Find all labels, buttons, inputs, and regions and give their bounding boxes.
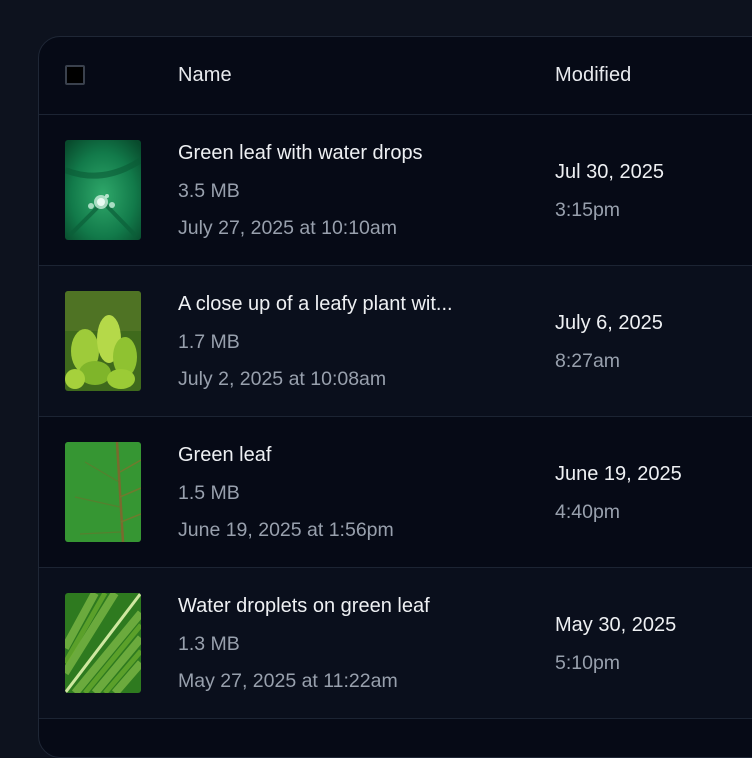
file-size: 1.5 MB <box>178 482 240 504</box>
table-header: Name Modified <box>39 37 752 115</box>
column-header-modified[interactable]: Modified <box>555 64 631 87</box>
file-thumbnail <box>65 291 141 391</box>
table-row[interactable]: A close up of a leafy plant wit... 1.7 M… <box>39 266 752 417</box>
modified-time: 3:15pm <box>555 199 621 221</box>
file-thumbnail <box>65 593 141 693</box>
modified-date: July 6, 2025 <box>555 312 663 334</box>
table-row[interactable]: Water droplets on green leaf 1.3 MB May … <box>39 568 752 719</box>
file-size: 1.3 MB <box>178 633 240 655</box>
modified-time: 5:10pm <box>555 652 621 674</box>
file-name[interactable]: A close up of a leafy plant wit... <box>178 293 453 316</box>
modified-date: June 19, 2025 <box>555 463 682 485</box>
file-size: 1.7 MB <box>178 331 240 353</box>
modified-time: 8:27am <box>555 350 621 372</box>
select-all-checkbox[interactable] <box>65 65 85 85</box>
file-created-date: July 27, 2025 at 10:10am <box>178 217 397 239</box>
file-name[interactable]: Water droplets on green leaf <box>178 595 430 618</box>
file-thumbnail <box>65 140 141 240</box>
table-row[interactable]: Green leaf 1.5 MB June 19, 2025 at 1:56p… <box>39 417 752 568</box>
file-created-date: June 19, 2025 at 1:56pm <box>178 519 394 541</box>
file-name[interactable]: Green leaf with water drops <box>178 142 423 165</box>
modified-date: May 30, 2025 <box>555 614 677 636</box>
file-created-date: May 27, 2025 at 11:22am <box>178 670 398 692</box>
modified-date: Jul 30, 2025 <box>555 161 664 183</box>
file-thumbnail <box>65 442 141 542</box>
modified-time: 4:40pm <box>555 501 621 523</box>
file-name[interactable]: Green leaf <box>178 444 271 467</box>
table-row[interactable]: Green leaf with water drops 3.5 MB July … <box>39 115 752 266</box>
file-size: 3.5 MB <box>178 180 240 202</box>
file-created-date: July 2, 2025 at 10:08am <box>178 368 387 390</box>
file-table: Name Modified Green leaf with water drop… <box>38 36 752 758</box>
column-header-name[interactable]: Name <box>178 64 232 87</box>
